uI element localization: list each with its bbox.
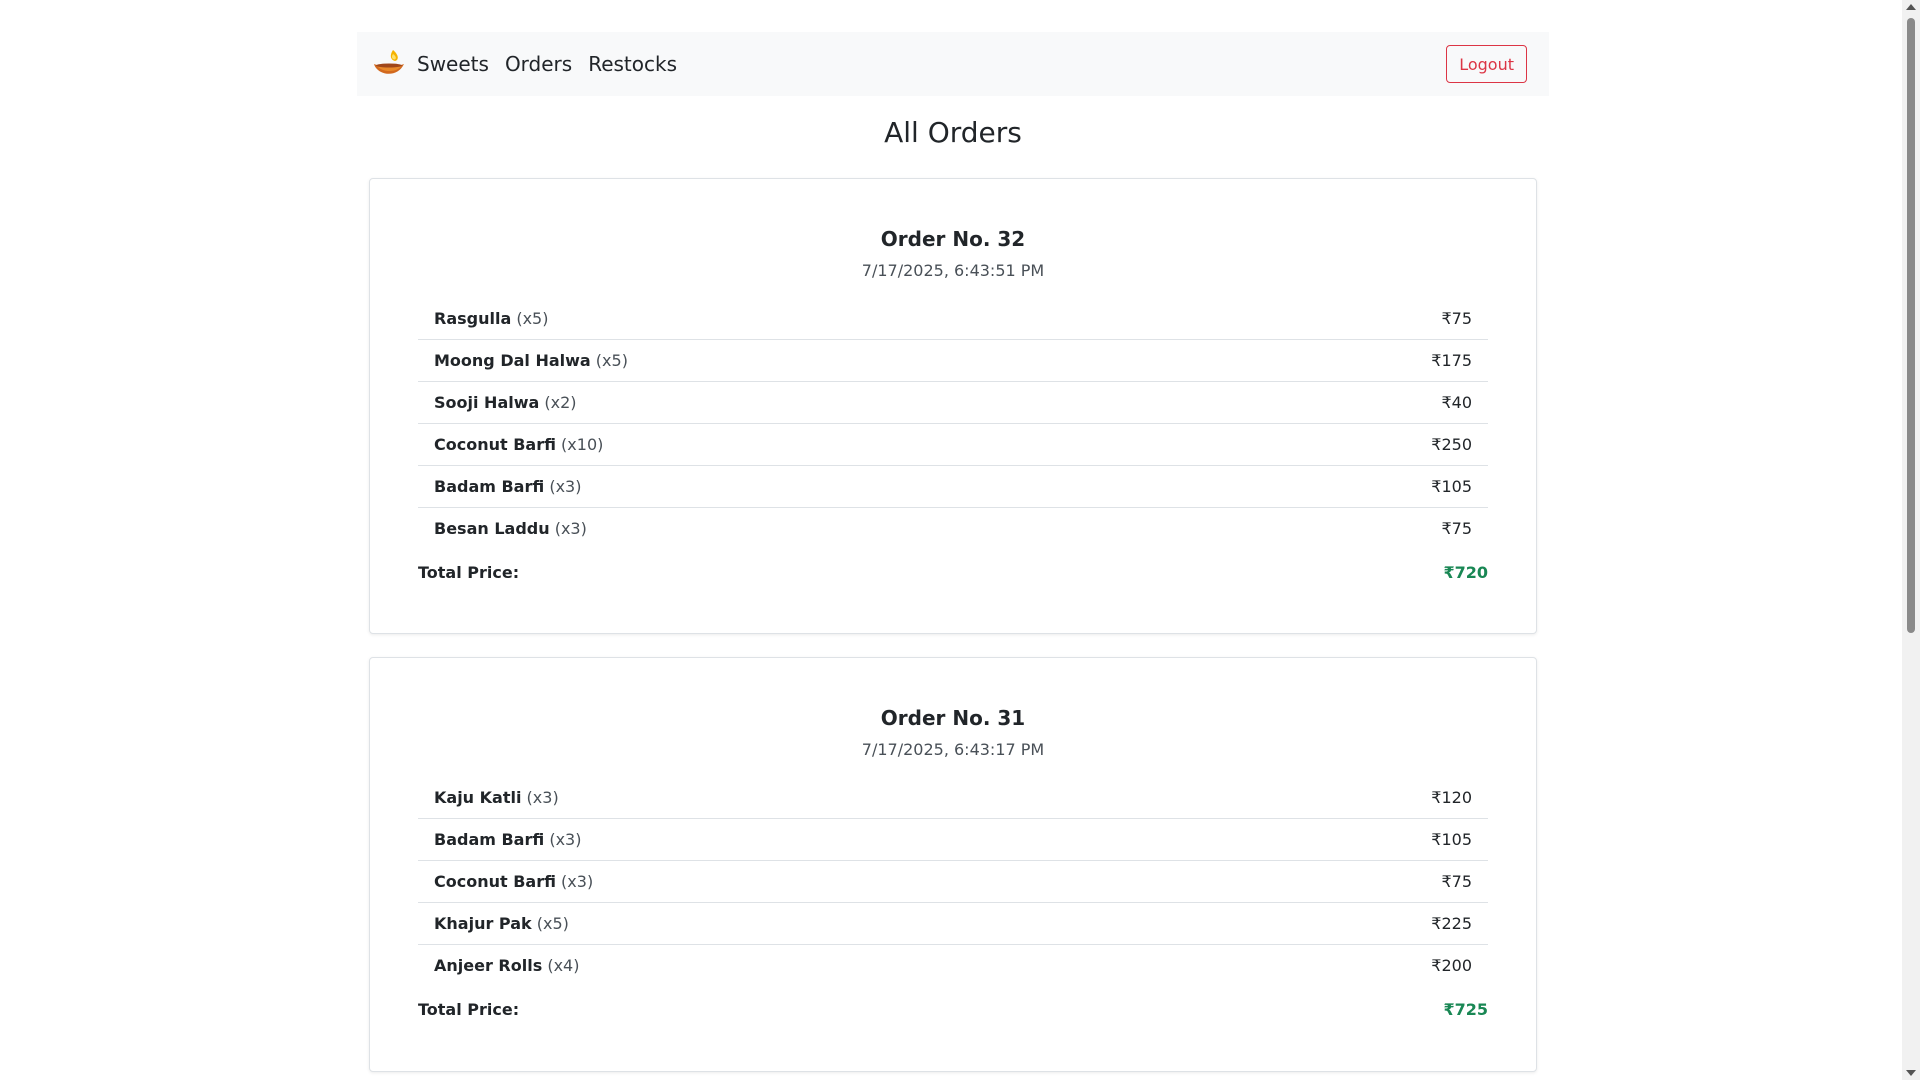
item-price: ₹105	[1431, 477, 1472, 496]
vertical-scrollbar[interactable]	[1902, 0, 1920, 1080]
item-price: ₹175	[1431, 351, 1472, 370]
order-timestamp: 7/17/2025, 6:43:51 PM	[861, 261, 1045, 280]
item-quantity: (x3)	[549, 477, 582, 496]
order-title: Order No. 32	[880, 227, 1026, 251]
item-quantity: (x5)	[595, 351, 628, 370]
item-quantity: (x3)	[526, 788, 559, 807]
item-price: ₹120	[1431, 788, 1472, 807]
item-quantity: (x4)	[547, 956, 580, 975]
list-item: Coconut Barfi (x3) ₹75	[418, 861, 1488, 903]
item-quantity: (x10)	[561, 435, 604, 454]
item-price: ₹40	[1441, 393, 1472, 412]
item-name: Moong Dal Halwa	[434, 351, 591, 370]
item-price: ₹75	[1441, 519, 1472, 538]
list-item: Badam Barfi (x3) ₹105	[418, 819, 1488, 861]
nav-link-restocks[interactable]: Restocks	[588, 52, 677, 76]
order-timestamp: 7/17/2025, 6:43:17 PM	[861, 740, 1045, 759]
item-quantity: (x5)	[516, 309, 549, 328]
item-price: ₹250	[1431, 435, 1472, 454]
scroll-down-arrow-icon[interactable]	[1906, 1070, 1916, 1076]
item-price: ₹75	[1441, 309, 1472, 328]
item-name: Rasgulla	[434, 309, 512, 328]
logout-button[interactable]: Logout	[1446, 45, 1527, 83]
navbar: Sweets Orders Restocks Logout	[357, 32, 1549, 96]
page-title: All Orders	[884, 116, 1022, 149]
total-label: Total Price:	[418, 563, 520, 582]
total-value: ₹720	[1443, 563, 1488, 582]
item-quantity: (x5)	[536, 914, 569, 933]
item-price: ₹75	[1441, 872, 1472, 891]
order-total: Total Price: ₹720	[418, 563, 1488, 582]
nav-link-orders[interactable]: Orders	[505, 52, 572, 76]
order-title: Order No. 31	[880, 706, 1026, 730]
item-name: Badam Barfi	[434, 830, 545, 849]
list-item: Sooji Halwa (x2) ₹40	[418, 382, 1488, 424]
item-name: Badam Barfi	[434, 477, 545, 496]
item-quantity: (x3)	[561, 872, 594, 891]
item-name: Anjeer Rolls	[434, 956, 543, 975]
total-label: Total Price:	[418, 1000, 520, 1019]
item-price: ₹105	[1431, 830, 1472, 849]
diya-lamp-icon[interactable]	[371, 46, 407, 82]
list-item: Anjeer Rolls (x4) ₹200	[418, 945, 1488, 986]
order-card: Order No. 31 7/17/2025, 6:43:17 PM Kaju …	[369, 657, 1537, 1072]
scrollbar-thumb[interactable]	[1907, 18, 1915, 633]
item-price: ₹200	[1431, 956, 1472, 975]
list-item: Badam Barfi (x3) ₹105	[418, 466, 1488, 508]
list-item: Khajur Pak (x5) ₹225	[418, 903, 1488, 945]
order-items-list: Kaju Katli (x3) ₹120 Badam Barfi (x3) ₹1…	[418, 777, 1488, 986]
item-quantity: (x3)	[554, 519, 587, 538]
page: Sweets Orders Restocks Logout All Orders…	[0, 0, 1902, 1080]
item-name: Kaju Katli	[434, 788, 522, 807]
scroll-up-arrow-icon[interactable]	[1906, 4, 1916, 10]
item-name: Besan Laddu	[434, 519, 550, 538]
list-item: Kaju Katli (x3) ₹120	[418, 777, 1488, 819]
item-name: Coconut Barfi	[434, 435, 556, 454]
item-quantity: (x2)	[544, 393, 577, 412]
order-card: Order No. 32 7/17/2025, 6:43:51 PM Rasgu…	[369, 178, 1537, 634]
order-items-list: Rasgulla (x5) ₹75 Moong Dal Halwa (x5) ₹…	[418, 298, 1488, 549]
list-item: Besan Laddu (x3) ₹75	[418, 508, 1488, 549]
list-item: Moong Dal Halwa (x5) ₹175	[418, 340, 1488, 382]
item-name: Khajur Pak	[434, 914, 532, 933]
total-value: ₹725	[1443, 1000, 1488, 1019]
nav-link-sweets[interactable]: Sweets	[417, 52, 489, 76]
item-price: ₹225	[1431, 914, 1472, 933]
item-quantity: (x3)	[549, 830, 582, 849]
item-name: Sooji Halwa	[434, 393, 540, 412]
order-total: Total Price: ₹725	[418, 1000, 1488, 1019]
item-name: Coconut Barfi	[434, 872, 556, 891]
list-item: Rasgulla (x5) ₹75	[418, 298, 1488, 340]
list-item: Coconut Barfi (x10) ₹250	[418, 424, 1488, 466]
